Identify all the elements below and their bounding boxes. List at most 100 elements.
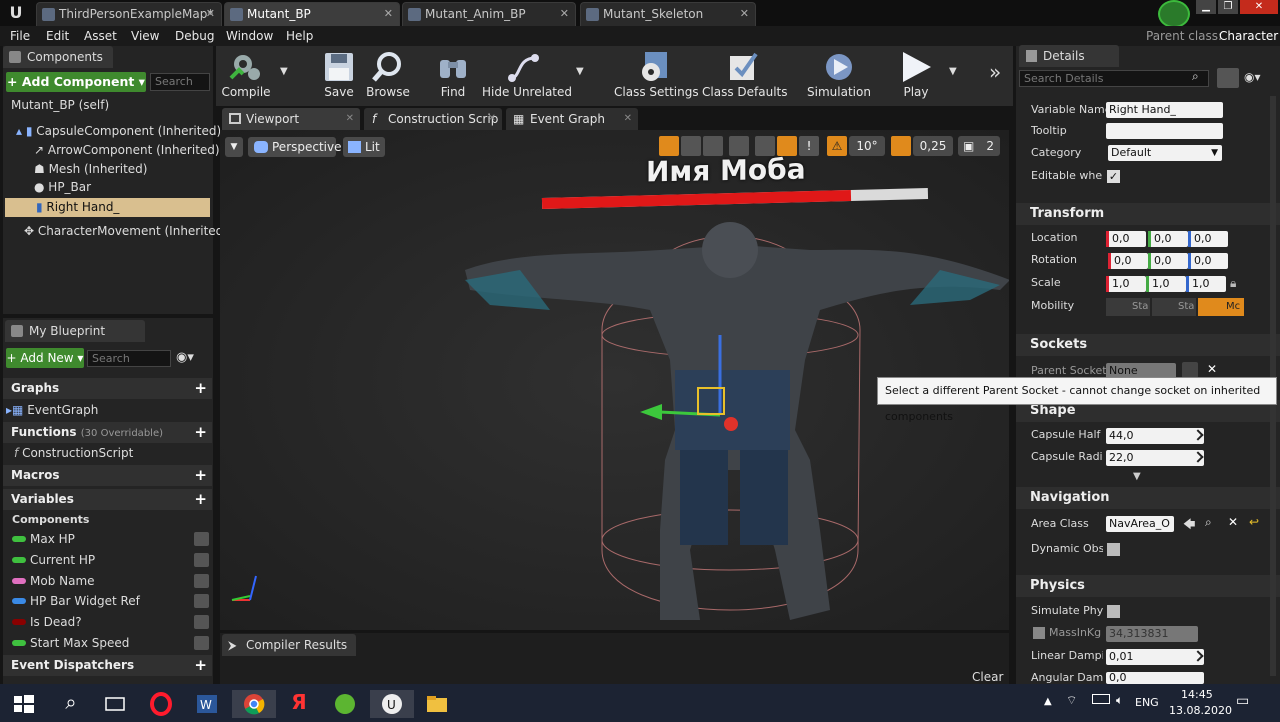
visibility-eye-icon[interactable] [194,573,209,588]
menu-view[interactable]: View [131,26,159,46]
hide-unrelated-button[interactable]: Hide Unrelated [482,46,572,106]
maximize-button[interactable]: ❐ [1218,0,1238,14]
menu-asset[interactable]: Asset [84,26,117,46]
minimize-button[interactable]: ▁ [1196,0,1216,14]
menu-edit[interactable]: Edit [46,26,69,46]
component-right-hand[interactable]: ▮ Right Hand_ [5,198,210,217]
clock-time[interactable]: 14:45 [1181,688,1213,701]
navigation-section[interactable]: Navigation [1016,487,1280,509]
menu-help[interactable]: Help [286,26,313,46]
tab-compiler-results[interactable]: ⮞ Compiler Results [222,634,356,656]
camera-speed-button[interactable]: ▣ 2 [958,136,1000,156]
visibility-eye-icon[interactable] [194,532,209,546]
property-matrix-icon[interactable] [1217,68,1239,88]
toolbar-overflow-icon[interactable]: » [989,60,1001,84]
close-icon[interactable]: ✕ [488,108,496,130]
variable-item[interactable]: Start Max Speed [12,633,212,653]
clock-date[interactable]: 13.08.2020 [1169,704,1232,717]
dynamic-obstacle-checkbox[interactable] [1107,543,1120,556]
category-dropdown[interactable]: Default ▼ [1108,145,1222,161]
word-icon[interactable]: W [192,690,222,718]
rotation-x-field[interactable]: 0,0 [1108,253,1148,269]
angle-snap-value[interactable]: 10° [849,136,885,156]
sockets-section[interactable]: Sockets [1016,334,1280,356]
transform-section[interactable]: Transform [1016,203,1280,225]
search-icon[interactable]: ⌕ [56,690,86,718]
physics-section[interactable]: Physics [1016,575,1280,597]
tab-details[interactable]: Details [1019,45,1119,67]
variable-item[interactable]: Max HP [12,529,212,549]
wifi-icon[interactable]: ⌔ [1066,693,1077,708]
lock-icon[interactable]: 🔒︎ [1230,276,1236,291]
mobility-movable-button[interactable]: Mc [1198,298,1244,316]
language-indicator[interactable]: ENG [1135,696,1159,709]
close-icon[interactable]: ✕ [560,3,569,25]
visibility-eye-icon[interactable] [194,594,209,609]
grid-snap-icon[interactable] [777,136,797,156]
close-icon[interactable]: ✕ [624,108,632,130]
utorrent-icon[interactable] [330,690,360,718]
file-explorer-icon[interactable] [422,690,452,718]
scale-label[interactable]: Scale [1031,274,1061,292]
windows-start-icon[interactable] [10,690,40,718]
tab-mutant-anim[interactable]: Mutant_Anim_BP ✕ [402,2,576,26]
mobility-stationary-button[interactable]: Sta [1152,298,1196,316]
battery-icon[interactable] [1092,694,1110,704]
functions-category[interactable]: Functions (30 Overridable) + [3,422,212,443]
task-view-icon[interactable] [100,690,130,718]
compile-options-icon[interactable]: ▼ [280,66,288,77]
variables-category[interactable]: Variables + [3,489,212,510]
tab-my-blueprint[interactable]: My Blueprint [5,320,145,342]
capsule-radius-field[interactable]: 22,0 [1106,450,1204,466]
tab-components[interactable]: Components [3,46,113,68]
close-icon[interactable]: ✕ [384,3,393,25]
parent-class-value[interactable]: Character [1219,26,1278,46]
notification-icon[interactable]: ▭ [1236,693,1249,709]
lit-button[interactable]: Lit [343,137,385,157]
variable-name-field[interactable]: Right Hand_ [1106,102,1223,118]
construction-script-item[interactable]: f ConstructionScript [14,444,133,463]
angle-snap-icon[interactable]: ⚠ [827,136,847,156]
find-button[interactable]: Find [430,46,476,106]
tooltip-field[interactable] [1106,123,1223,139]
play-options-icon[interactable]: ▼ [949,66,957,77]
add-graph-icon[interactable]: + [194,380,207,396]
scale-snap-value[interactable]: 0,25 [913,136,953,156]
unreal-engine-icon[interactable]: U [370,690,414,718]
location-z-field[interactable]: 0,0 [1188,231,1228,247]
opera-icon[interactable] [146,690,176,718]
variable-item[interactable]: Mob Name [12,571,212,591]
chrome-icon[interactable] [232,690,276,718]
variable-item[interactable]: Is Dead? [12,612,212,632]
menu-window[interactable]: Window [226,26,273,46]
details-search-input[interactable]: Search Details [1019,70,1209,87]
menu-file[interactable]: File [10,26,30,46]
component-movement[interactable]: ✥ CharacterMovement (Inherited) [24,222,228,241]
scale-mode-icon[interactable] [703,136,723,156]
simulation-button[interactable]: Simulation [806,46,872,106]
variable-item[interactable]: HP Bar Widget Ref [12,591,212,611]
clear-button[interactable]: Clear [972,670,1003,684]
surface-snap-icon[interactable] [755,136,775,156]
capsule-half-height-field[interactable]: 44,0 [1106,428,1204,444]
socket-browse-icon[interactable] [1182,362,1198,378]
location-x-field[interactable]: 0,0 [1106,231,1146,247]
visibility-eye-icon[interactable] [194,552,209,567]
tab-mutant-bp[interactable]: Mutant_BP ✕ [224,2,400,26]
event-dispatchers-category[interactable]: Event Dispatchers + [3,655,212,676]
scale-snap-icon[interactable] [891,136,911,156]
rotation-label[interactable]: Rotation [1031,251,1077,269]
area-class-dropdown[interactable]: NavArea_O [1106,516,1174,532]
close-icon[interactable]: ✕ [740,3,749,25]
toolbar-options-icon[interactable]: ▼ [576,66,584,77]
close-window-button[interactable]: ✕ [1240,0,1278,14]
components-var-category[interactable]: Components [12,510,89,529]
add-macro-icon[interactable]: + [194,467,207,483]
linear-damping-field[interactable]: 0,01 [1106,649,1204,665]
variable-item[interactable]: Current HP [12,550,212,570]
add-component-button[interactable]: + Add Component ▾ [6,72,146,92]
close-icon[interactable]: ✕ [206,3,215,25]
visibility-eye-icon[interactable]: ◉▾ [176,350,194,365]
scale-x-field[interactable]: 1,0 [1106,276,1146,292]
save-button[interactable]: Save [316,46,362,106]
